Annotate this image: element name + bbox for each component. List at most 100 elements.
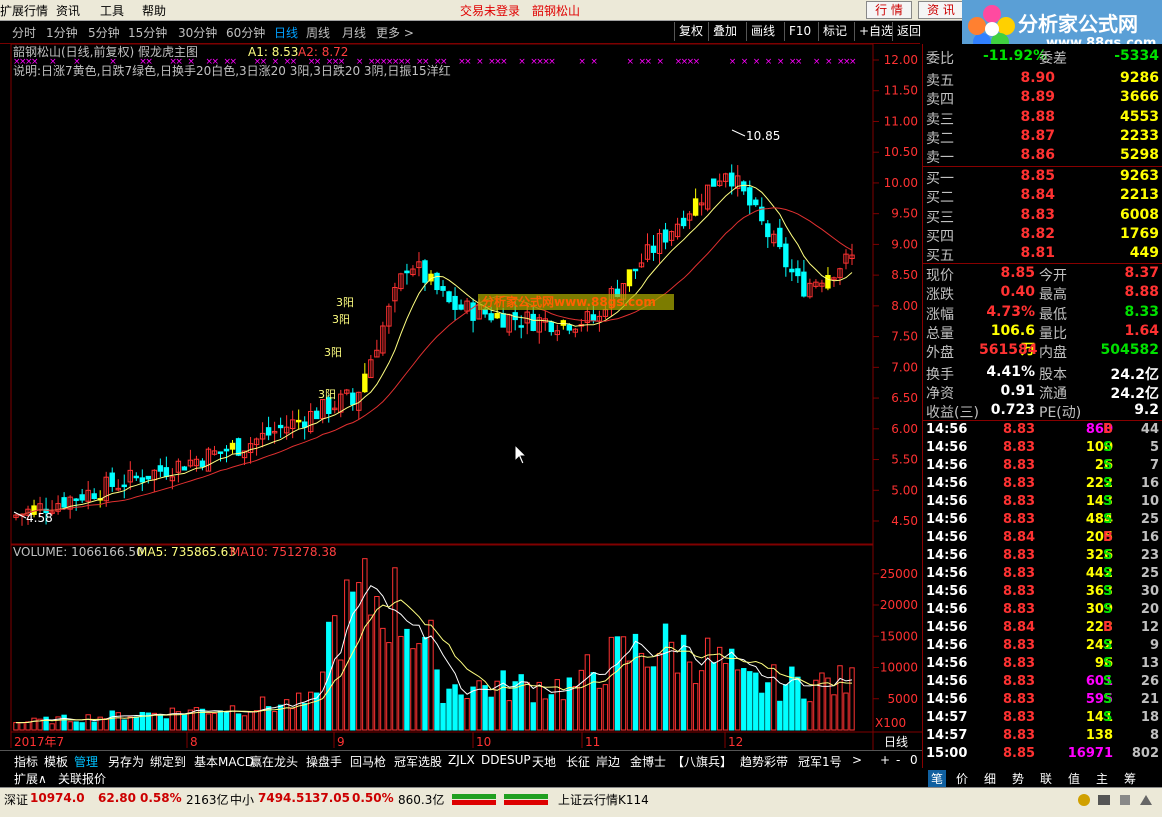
candle-body [79, 494, 85, 501]
candle-body [518, 325, 524, 328]
news-button[interactable]: 资 讯 [918, 1, 964, 19]
volume-bar [79, 722, 85, 731]
candle-body [145, 475, 152, 480]
volume-bar [374, 595, 380, 731]
date-axis-label: 9 [337, 735, 345, 749]
row-label: 买四 [926, 228, 954, 245]
volume-bar [620, 636, 627, 731]
candle-body [452, 295, 458, 310]
price-axis-label: 11.00 [884, 114, 918, 128]
volume-bar [139, 711, 146, 731]
tick-price: 8.85 [1003, 746, 1036, 761]
tick-side: S [1103, 458, 1113, 473]
volume-bar [710, 662, 717, 731]
tick-price: 8.84 [1003, 530, 1036, 545]
stat-row-1: 涨跌 0.40 最高 8.88 [923, 284, 1162, 303]
price-axis-label: 8.50 [891, 268, 918, 282]
volume-bar [301, 703, 308, 731]
stat-row-5: 换手 4.41% 股本 24.2亿 [923, 364, 1162, 383]
volume-bar [332, 615, 338, 731]
stat-value-2: 8.37 [1124, 265, 1159, 281]
volume-bar [614, 636, 621, 731]
candle-body [277, 424, 284, 429]
tick-time: 14:57 [926, 728, 968, 743]
detail-tab-6[interactable]: 主 [1096, 770, 1108, 787]
volume-bars [13, 558, 855, 731]
volume-bar [464, 698, 470, 731]
row-volume: 3666 [1120, 89, 1159, 106]
tick-row: 14:57 8.83 138 8 [923, 728, 1162, 746]
volume-bar [626, 660, 633, 731]
idx1-percent: 0.58% [140, 791, 182, 805]
volume-bar [205, 713, 212, 731]
kline-chart[interactable]: 12.00 11.50 11.00 10.50 10.00 9.50 9.00 8.50 8.0… [0, 0, 922, 750]
detail-tab-5[interactable]: 值 [1068, 770, 1080, 787]
tick-count: 13 [1140, 656, 1159, 671]
indicator-tab-12[interactable]: SUP [507, 753, 531, 767]
book-divider [923, 166, 1162, 167]
volume-bar [566, 677, 573, 731]
volume-bar [476, 680, 482, 731]
three-up-label: 3阳 [336, 296, 354, 309]
row-price: 8.89 [1020, 89, 1055, 106]
volume-bar [25, 721, 31, 731]
extend-toggle[interactable]: 扩展∧ [14, 770, 47, 787]
tick-side: S [1103, 548, 1113, 563]
detail-tab-0[interactable]: 笔 [928, 770, 947, 787]
indicator-tab-10[interactable]: ZJLX [448, 753, 475, 767]
detail-tab-3[interactable]: 势 [1012, 770, 1024, 787]
idx1-value: 10974.0 [30, 791, 85, 805]
stat-label-2: 流通 [1039, 385, 1067, 402]
candle-body [91, 493, 97, 500]
volume-bar [43, 716, 49, 731]
tick-time: 14:56 [926, 422, 968, 437]
candle-body [314, 410, 320, 420]
candle-body [710, 178, 717, 187]
tick-price: 8.83 [1003, 710, 1036, 725]
candlesticks[interactable] [13, 164, 855, 526]
volume-bar [500, 670, 506, 731]
stat-label: 涨跌 [926, 287, 954, 304]
volume-bar [259, 696, 266, 731]
price-axis-label: 5.50 [891, 453, 918, 467]
tick-side: S [1103, 692, 1113, 707]
volume-bar [308, 691, 314, 731]
signal-x-mark: × [795, 57, 803, 67]
detail-tab-2[interactable]: 细 [984, 770, 996, 787]
related-quotes-tab[interactable]: 关联报价 [58, 770, 106, 787]
row-price: 8.84 [1020, 187, 1055, 204]
candle-body [265, 427, 272, 436]
row-label: 买三 [926, 209, 954, 226]
volume-bar [789, 666, 795, 731]
detail-tab-4[interactable]: 联 [1040, 770, 1052, 787]
volume-bar [416, 643, 422, 731]
tick-time: 14:56 [926, 512, 968, 527]
tab-scroll-right[interactable]: > [852, 753, 862, 767]
zoom-reset-button[interactable]: 0 [910, 753, 918, 767]
tick-price: 8.83 [1003, 548, 1036, 563]
detail-tab-1[interactable]: 价 [956, 770, 968, 787]
candle-body [692, 198, 699, 216]
zoom-in-button[interactable]: + [880, 753, 890, 767]
indicator-tab-11[interactable]: DDE [481, 753, 507, 767]
detail-tab-7[interactable]: 筹 [1124, 770, 1136, 787]
price-axis-label: 7.50 [891, 330, 918, 344]
tick-row: 14:56 8.83 143 S 10 [923, 494, 1162, 512]
date-axis-label: 2017年7 [14, 735, 64, 749]
stat-value-2: 9.2 [1134, 402, 1159, 419]
volume-bar [181, 714, 188, 731]
volume-bar [338, 659, 344, 731]
zoom-out-button[interactable]: - [896, 753, 900, 767]
volume-bar [584, 654, 591, 731]
server-name[interactable]: 上证云行情K114 [558, 791, 649, 808]
candle-body [662, 229, 669, 243]
candle-body [157, 465, 164, 472]
tick-count: 802 [1131, 746, 1159, 761]
volume-bar [121, 719, 127, 731]
stat-label: 净资 [926, 385, 954, 402]
volume-bar [783, 684, 789, 731]
candle-body [777, 227, 783, 248]
tick-time: 14:56 [926, 458, 968, 473]
tick-count: 23 [1140, 548, 1159, 563]
ask-row-1: 卖四 8.89 3666 [923, 89, 1162, 108]
